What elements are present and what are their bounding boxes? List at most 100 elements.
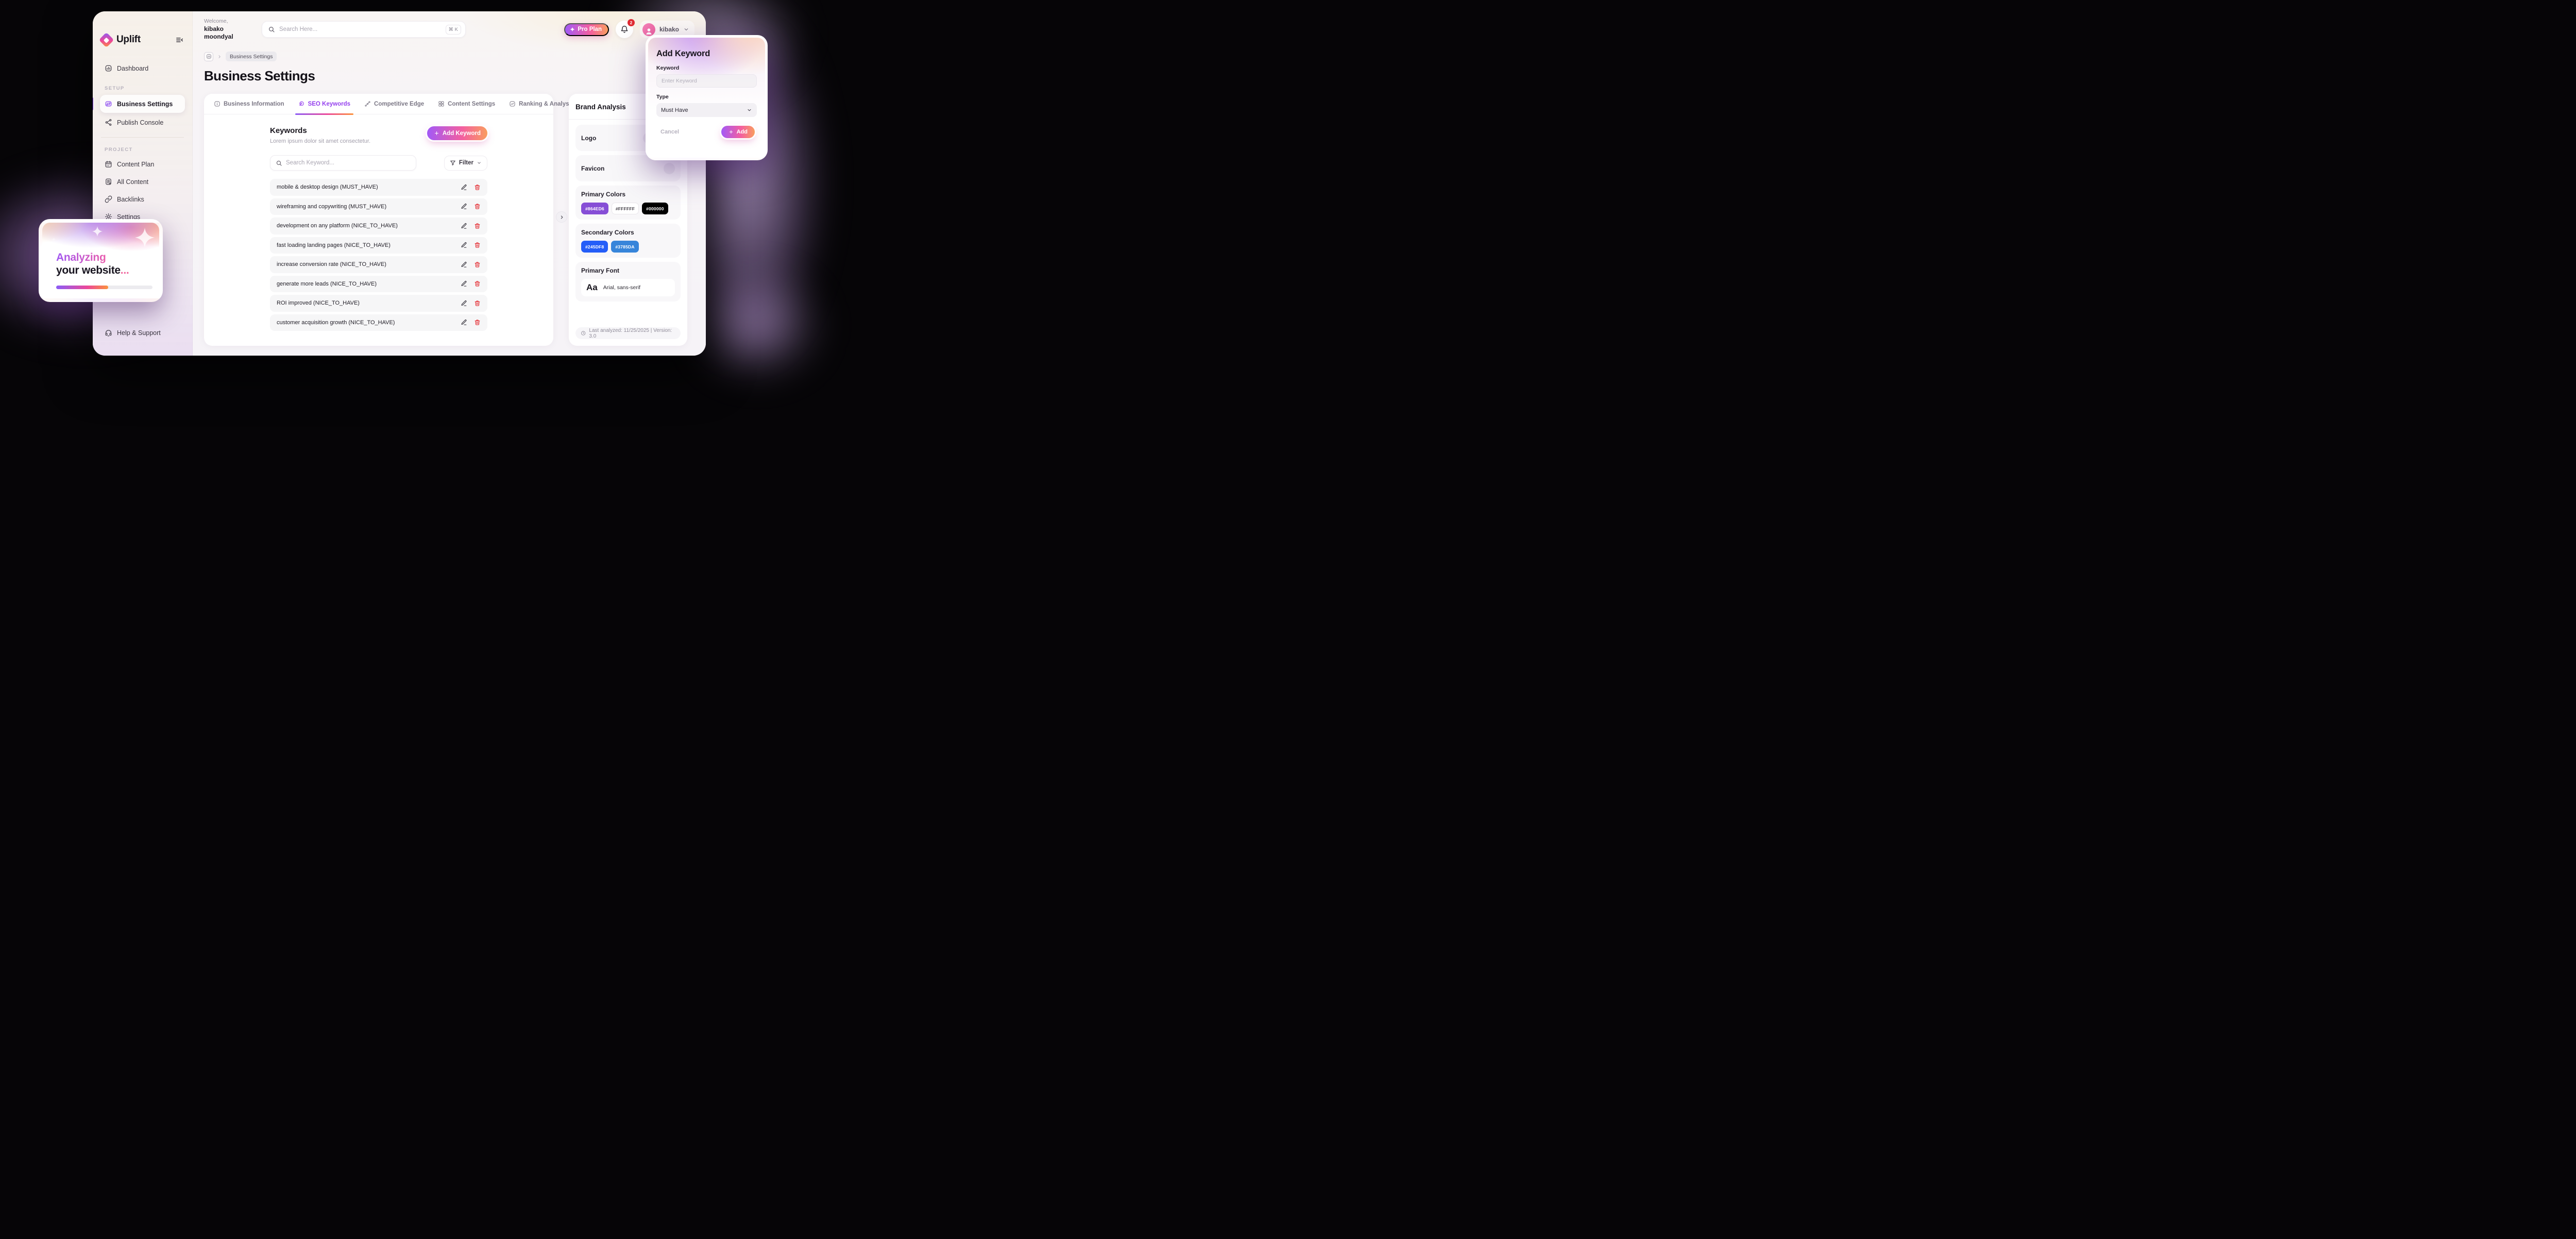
pro-plan-button[interactable]: Pro Plan (564, 23, 609, 36)
person-icon (644, 26, 654, 36)
keyword-row: ROI improved (NICE_TO_HAVE) (270, 295, 487, 312)
breadcrumb: Business Settings (204, 52, 694, 61)
tab-content-settings[interactable]: Content Settings (438, 94, 495, 114)
sparkle-icon (570, 27, 575, 32)
delete-keyword-button[interactable] (474, 223, 481, 229)
cancel-button[interactable]: Cancel (660, 129, 679, 135)
color-chip[interactable]: #3785DA (611, 241, 638, 253)
type-field-label: Type (656, 94, 757, 100)
trash-icon (474, 242, 481, 248)
sidebar-item-dashboard[interactable]: Dashboard (100, 60, 185, 76)
delete-keyword-button[interactable] (474, 319, 481, 326)
sidebar-item-publish-console[interactable]: Publish Console (100, 114, 185, 130)
chevron-down-icon (683, 26, 689, 32)
pencil-icon (461, 261, 467, 268)
global-search[interactable]: Search Here... ⌘ K (262, 21, 466, 38)
progress-fill (56, 286, 108, 289)
plus-icon (728, 129, 734, 135)
nodes-icon (364, 101, 371, 107)
edit-keyword-button[interactable] (461, 280, 467, 287)
breadcrumb-current[interactable]: Business Settings (226, 52, 277, 61)
edit-keyword-button[interactable] (461, 319, 467, 326)
analyzing-card: Analyzing your website... (39, 219, 163, 302)
sparkle-icon (92, 226, 103, 237)
keyword-row: mobile & desktop design (MUST_HAVE) (270, 179, 487, 196)
edit-keyword-button[interactable] (461, 223, 467, 229)
tab-business-information[interactable]: Business Information (214, 94, 284, 114)
sidebar-item-help-support[interactable]: Help & Support (100, 325, 185, 341)
delete-keyword-button[interactable] (474, 184, 481, 191)
sparkle-icon (134, 227, 156, 248)
panel-collapse-button[interactable] (556, 211, 567, 223)
font-sample: Aa (586, 282, 598, 293)
logo-text: Uplift (116, 34, 171, 45)
logo: Uplift (101, 34, 184, 45)
color-chip[interactable]: #000000 (642, 203, 668, 214)
welcome-block: Welcome, kibako moondyal (204, 18, 255, 40)
edit-keyword-button[interactable] (461, 242, 467, 248)
edit-keyword-button[interactable] (461, 203, 467, 210)
keyword-input[interactable] (662, 78, 752, 84)
keyword-search-input[interactable]: Search Keyword... (270, 155, 416, 171)
info-icon (214, 101, 221, 107)
add-keyword-button[interactable]: Add Keyword (427, 126, 487, 140)
pencil-icon (461, 203, 467, 210)
main-area: Welcome, kibako moondyal Search Here... … (193, 11, 706, 356)
sidebar-divider (101, 137, 184, 138)
edit-keyword-button[interactable] (461, 300, 467, 307)
keyword-row: increase conversion rate (NICE_TO_HAVE) (270, 256, 487, 273)
sidebar-item-business-settings[interactable]: Business Settings (100, 95, 185, 113)
keywords-subtitle: Lorem ipsum dolor sit amet consectetur. (270, 138, 427, 144)
pencil-icon (461, 184, 467, 191)
pencil-icon (461, 319, 467, 326)
settings-card: Business Information SEO Keywords Compet… (204, 94, 553, 346)
favicon-preview (664, 163, 675, 174)
color-chip[interactable]: #245DF8 (581, 241, 608, 253)
delete-keyword-button[interactable] (474, 203, 481, 210)
headset-icon (105, 329, 112, 337)
notifications-button[interactable]: 2 (616, 21, 633, 38)
sidebar-item-all-content[interactable]: All Content (100, 174, 185, 190)
chart-icon (509, 101, 516, 107)
type-select[interactable]: Must Have (656, 103, 757, 117)
tab-ranking-analysis[interactable]: Ranking & Analysis (509, 94, 574, 114)
sidebar-collapse-icon[interactable] (175, 36, 184, 44)
tab-seo-keywords[interactable]: SEO Keywords (298, 94, 350, 114)
delete-keyword-button[interactable] (474, 261, 481, 268)
bell-icon (620, 25, 629, 34)
color-chip[interactable]: #FFFFFF (612, 203, 639, 214)
color-chip[interactable]: #864ED6 (581, 203, 608, 214)
breadcrumb-home-icon[interactable] (204, 52, 213, 61)
keywords-title: Keywords (270, 126, 427, 135)
chevron-down-icon (477, 160, 482, 165)
sidebar-footer: Help & Support (100, 323, 185, 342)
delete-keyword-button[interactable] (474, 242, 481, 248)
background-glow (690, 268, 824, 381)
sparkle-icon (52, 237, 56, 242)
uplift-logo-icon (99, 32, 114, 47)
edit-keyword-button[interactable] (461, 261, 467, 268)
calendar-icon (105, 160, 112, 168)
trash-icon (474, 280, 481, 287)
sidebar-item-content-plan[interactable]: Content Plan (100, 156, 185, 172)
ellipsis: ... (121, 264, 129, 276)
sidebar-nav: Dashboard SETUP Business Settings Publis… (100, 59, 185, 226)
trash-icon (474, 223, 481, 229)
filter-button[interactable]: Filter (444, 156, 487, 171)
add-button[interactable]: Add (721, 126, 755, 138)
modal-title: Add Keyword (656, 49, 757, 59)
trash-icon (474, 261, 481, 268)
chevron-right-icon (217, 54, 222, 59)
delete-keyword-button[interactable] (474, 300, 481, 307)
secondary-colors-card: Secondary Colors #245DF8 #3785DA (575, 224, 681, 258)
tab-competitive-edge[interactable]: Competitive Edge (364, 94, 424, 114)
primary-colors-card: Primary Colors #864ED6 #FFFFFF #000000 (575, 186, 681, 220)
edit-keyword-button[interactable] (461, 184, 467, 191)
welcome-label: Welcome, (204, 18, 255, 25)
sparkle-icon (86, 245, 91, 250)
sidebar-item-backlinks[interactable]: Backlinks (100, 191, 185, 207)
primary-font-card: Primary Font Aa Arial, sans-serif (575, 262, 681, 302)
analysis-meta: Last analyzed: 11/25/2025 | Version: 3.0 (575, 327, 681, 339)
delete-keyword-button[interactable] (474, 280, 481, 287)
chevron-down-icon (747, 107, 752, 113)
